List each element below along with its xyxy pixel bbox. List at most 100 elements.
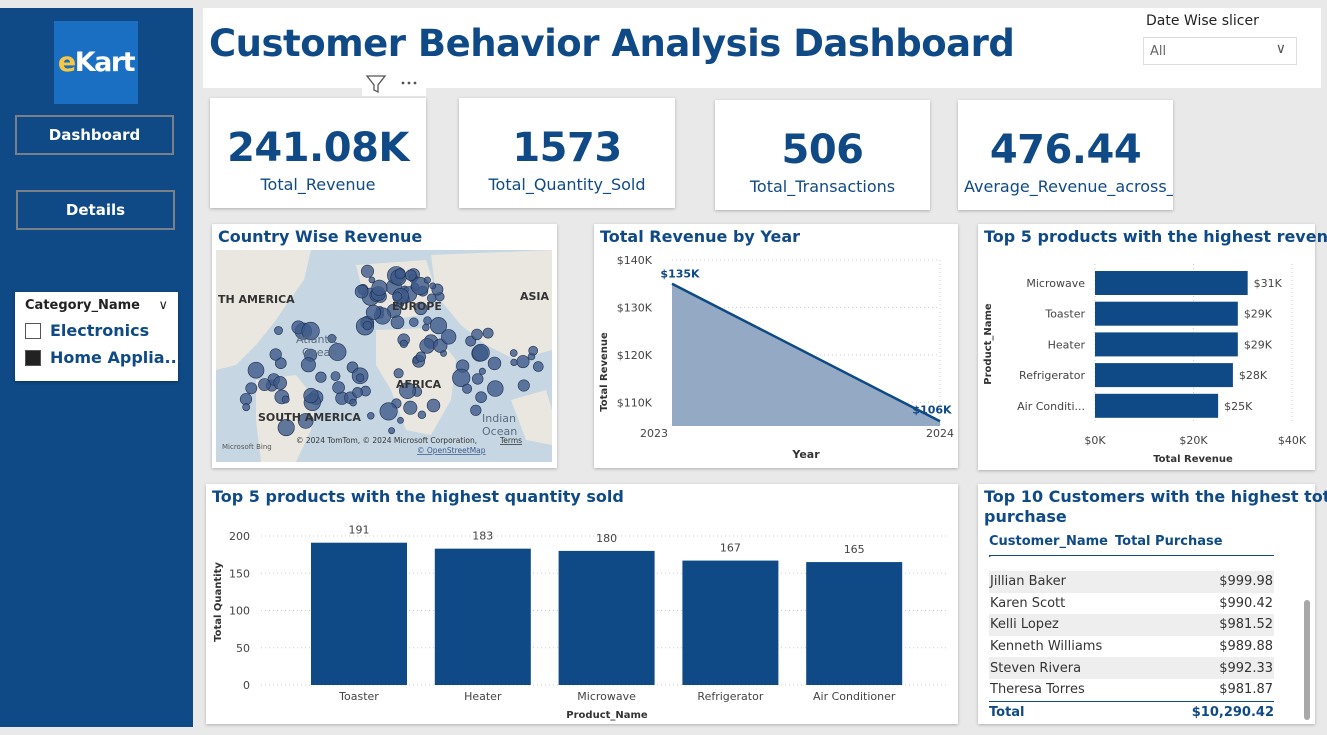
bar[interactable]: [1095, 393, 1219, 418]
map-bubble[interactable]: [471, 328, 483, 341]
map-bubble[interactable]: [367, 412, 375, 420]
bar[interactable]: [311, 542, 407, 685]
map-bubble[interactable]: [281, 395, 290, 404]
slicer-option-electronics[interactable]: Electronics: [25, 321, 168, 340]
map-bubble[interactable]: [303, 388, 319, 404]
map-bubble[interactable]: [409, 317, 419, 327]
table-row[interactable]: Karen Scott $990.42: [989, 593, 1274, 615]
category-slicer-title: Category_Name: [25, 298, 140, 313]
total-purchase-cell: $999.98: [1219, 574, 1273, 590]
map-bubble[interactable]: [355, 373, 365, 382]
world-map[interactable]: TH AMERICA EUROPE ASIA Atlantic Ocean AF…: [216, 250, 552, 462]
map-bubble[interactable]: [247, 361, 265, 379]
data-label: 167: [720, 542, 741, 555]
date-slicer-dropdown[interactable]: All ∨: [1143, 37, 1297, 65]
map-bubble[interactable]: [405, 269, 417, 281]
scrollbar[interactable]: [1304, 600, 1310, 720]
map-bubble[interactable]: [509, 349, 518, 357]
map-bubble[interactable]: [472, 343, 490, 362]
map-bubble[interactable]: [517, 379, 530, 392]
osm-link[interactable]: © OpenStreetMap: [417, 446, 486, 455]
map-bubble[interactable]: [516, 355, 530, 369]
map-bubble[interactable]: [245, 382, 258, 395]
slicer-option-home-appliances[interactable]: Home Applia...: [25, 348, 183, 367]
map-bubble[interactable]: [419, 338, 435, 354]
map-bubble[interactable]: [330, 371, 341, 381]
map-bubble[interactable]: [361, 264, 375, 278]
map-bubble[interactable]: [242, 403, 251, 412]
map-bubble[interactable]: [399, 339, 408, 348]
map-bubble[interactable]: [269, 348, 282, 361]
map-bubble[interactable]: [532, 361, 544, 372]
top-revenue-products-chart[interactable]: $0K $20K $40K Microwave $31K Toaster $29K Heat…: [978, 224, 1315, 470]
map-bubble[interactable]: [403, 400, 418, 415]
bar[interactable]: [1095, 271, 1248, 295]
revenue-by-year-chart[interactable]: $140K $130K $120K $110K 2023 2024 Year Tota…: [594, 224, 958, 468]
map-bubble[interactable]: [470, 404, 482, 416]
map-bubble[interactable]: [472, 373, 484, 385]
kpi-value: 476.44: [989, 127, 1142, 173]
map-bubble[interactable]: [462, 383, 473, 394]
column-header[interactable]: Customer_Name: [989, 534, 1115, 555]
map-bubble[interactable]: [482, 327, 494, 339]
bar[interactable]: [558, 550, 655, 685]
kpi-label: Average_Revenue_across_...: [964, 177, 1173, 196]
table-row[interactable]: Jillian Baker $999.98: [989, 571, 1274, 593]
map-bubble[interactable]: [426, 398, 441, 413]
map-bubble[interactable]: [397, 416, 404, 424]
map-bubble[interactable]: [528, 345, 539, 356]
y-tick-label: $140K: [617, 254, 653, 267]
map-bubble[interactable]: [368, 276, 376, 284]
kpi-label: Total_Transactions: [749, 177, 896, 196]
map-bubble[interactable]: [349, 398, 357, 407]
map-bubble[interactable]: [273, 376, 287, 390]
map-bubble[interactable]: [423, 316, 432, 325]
bar[interactable]: [682, 560, 779, 685]
map-bubble[interactable]: [393, 368, 404, 379]
table-row[interactable]: Steven Rivera $992.33: [989, 657, 1274, 679]
table-row[interactable]: Kelli Lopez $981.52: [989, 614, 1274, 636]
terms-link[interactable]: Terms: [499, 436, 522, 445]
bar[interactable]: [434, 548, 531, 685]
map-bubble[interactable]: [274, 326, 283, 335]
kpi-label: Total_Quantity_Sold: [488, 175, 646, 194]
map-bubble[interactable]: [415, 351, 427, 362]
map-bubble[interactable]: [423, 276, 431, 284]
dashboard-nav-button[interactable]: Dashboard: [15, 115, 174, 155]
map-bubble[interactable]: [300, 357, 316, 373]
map-bubble[interactable]: [379, 402, 398, 421]
map-bubble[interactable]: [352, 387, 363, 398]
map-bubble[interactable]: [478, 367, 486, 375]
column-header[interactable]: Total Purchase: [1115, 534, 1223, 555]
map-bubble[interactable]: [429, 282, 437, 290]
filter-icon[interactable]: [362, 72, 426, 96]
map-bubble[interactable]: [390, 315, 405, 330]
bar[interactable]: [1095, 332, 1238, 357]
map-bubble[interactable]: [258, 378, 271, 391]
top-quantity-products-chart[interactable]: 200 150 100 50 0 191 Toaster 183 Heater 180 Micro…: [206, 484, 958, 724]
bar[interactable]: [1095, 301, 1238, 326]
details-nav-button[interactable]: Details: [16, 190, 175, 230]
map-bubble[interactable]: [441, 329, 457, 345]
table-row[interactable]: Kenneth Williams $989.88: [989, 636, 1274, 658]
bar[interactable]: [806, 562, 903, 685]
table-row[interactable]: Theresa Torres $981.87: [989, 679, 1274, 701]
chevron-down-icon[interactable]: ∨: [158, 298, 168, 313]
checkbox-checked[interactable]: [25, 349, 41, 366]
map-bubble[interactable]: [487, 380, 504, 397]
map-bubble[interactable]: [487, 356, 502, 371]
map-bubble[interactable]: [417, 410, 427, 420]
map-bubble[interactable]: [239, 393, 253, 406]
checkbox[interactable]: [25, 322, 41, 339]
map-bubble[interactable]: [475, 391, 487, 403]
map-bubble[interactable]: [365, 304, 381, 320]
map-bubble[interactable]: [332, 381, 345, 394]
map-bubble[interactable]: [422, 323, 430, 332]
map-bubble[interactable]: [510, 358, 518, 366]
bar[interactable]: [1095, 363, 1233, 388]
map-bubble[interactable]: [388, 427, 395, 435]
map-bubble[interactable]: [394, 268, 406, 280]
map-bubble[interactable]: [354, 284, 369, 299]
map-bubble[interactable]: [315, 371, 327, 383]
map-bubble[interactable]: [362, 320, 373, 331]
